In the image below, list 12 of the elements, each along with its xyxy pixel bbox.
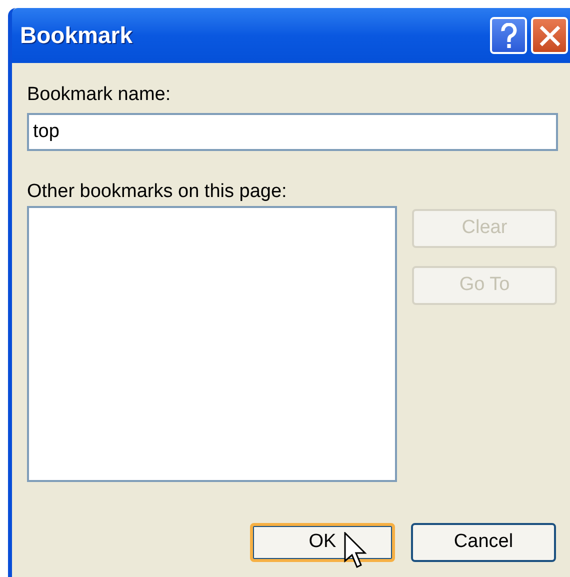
close-icon (538, 24, 560, 46)
close-button[interactable] (531, 17, 568, 54)
bookmark-list[interactable] (27, 206, 397, 482)
window-title: Bookmark (20, 21, 134, 50)
mouse-pointer-icon (344, 532, 368, 570)
help-icon (500, 22, 516, 48)
field-label: Bookmark name: (27, 83, 172, 107)
dialog-button[interactable]: Cancel (411, 523, 556, 562)
bookmark-name-field[interactable]: top (27, 113, 558, 151)
help-button[interactable] (490, 17, 527, 54)
list-label: Other bookmarks on this page: (27, 180, 288, 204)
dialog-button[interactable]: OK (250, 523, 395, 562)
